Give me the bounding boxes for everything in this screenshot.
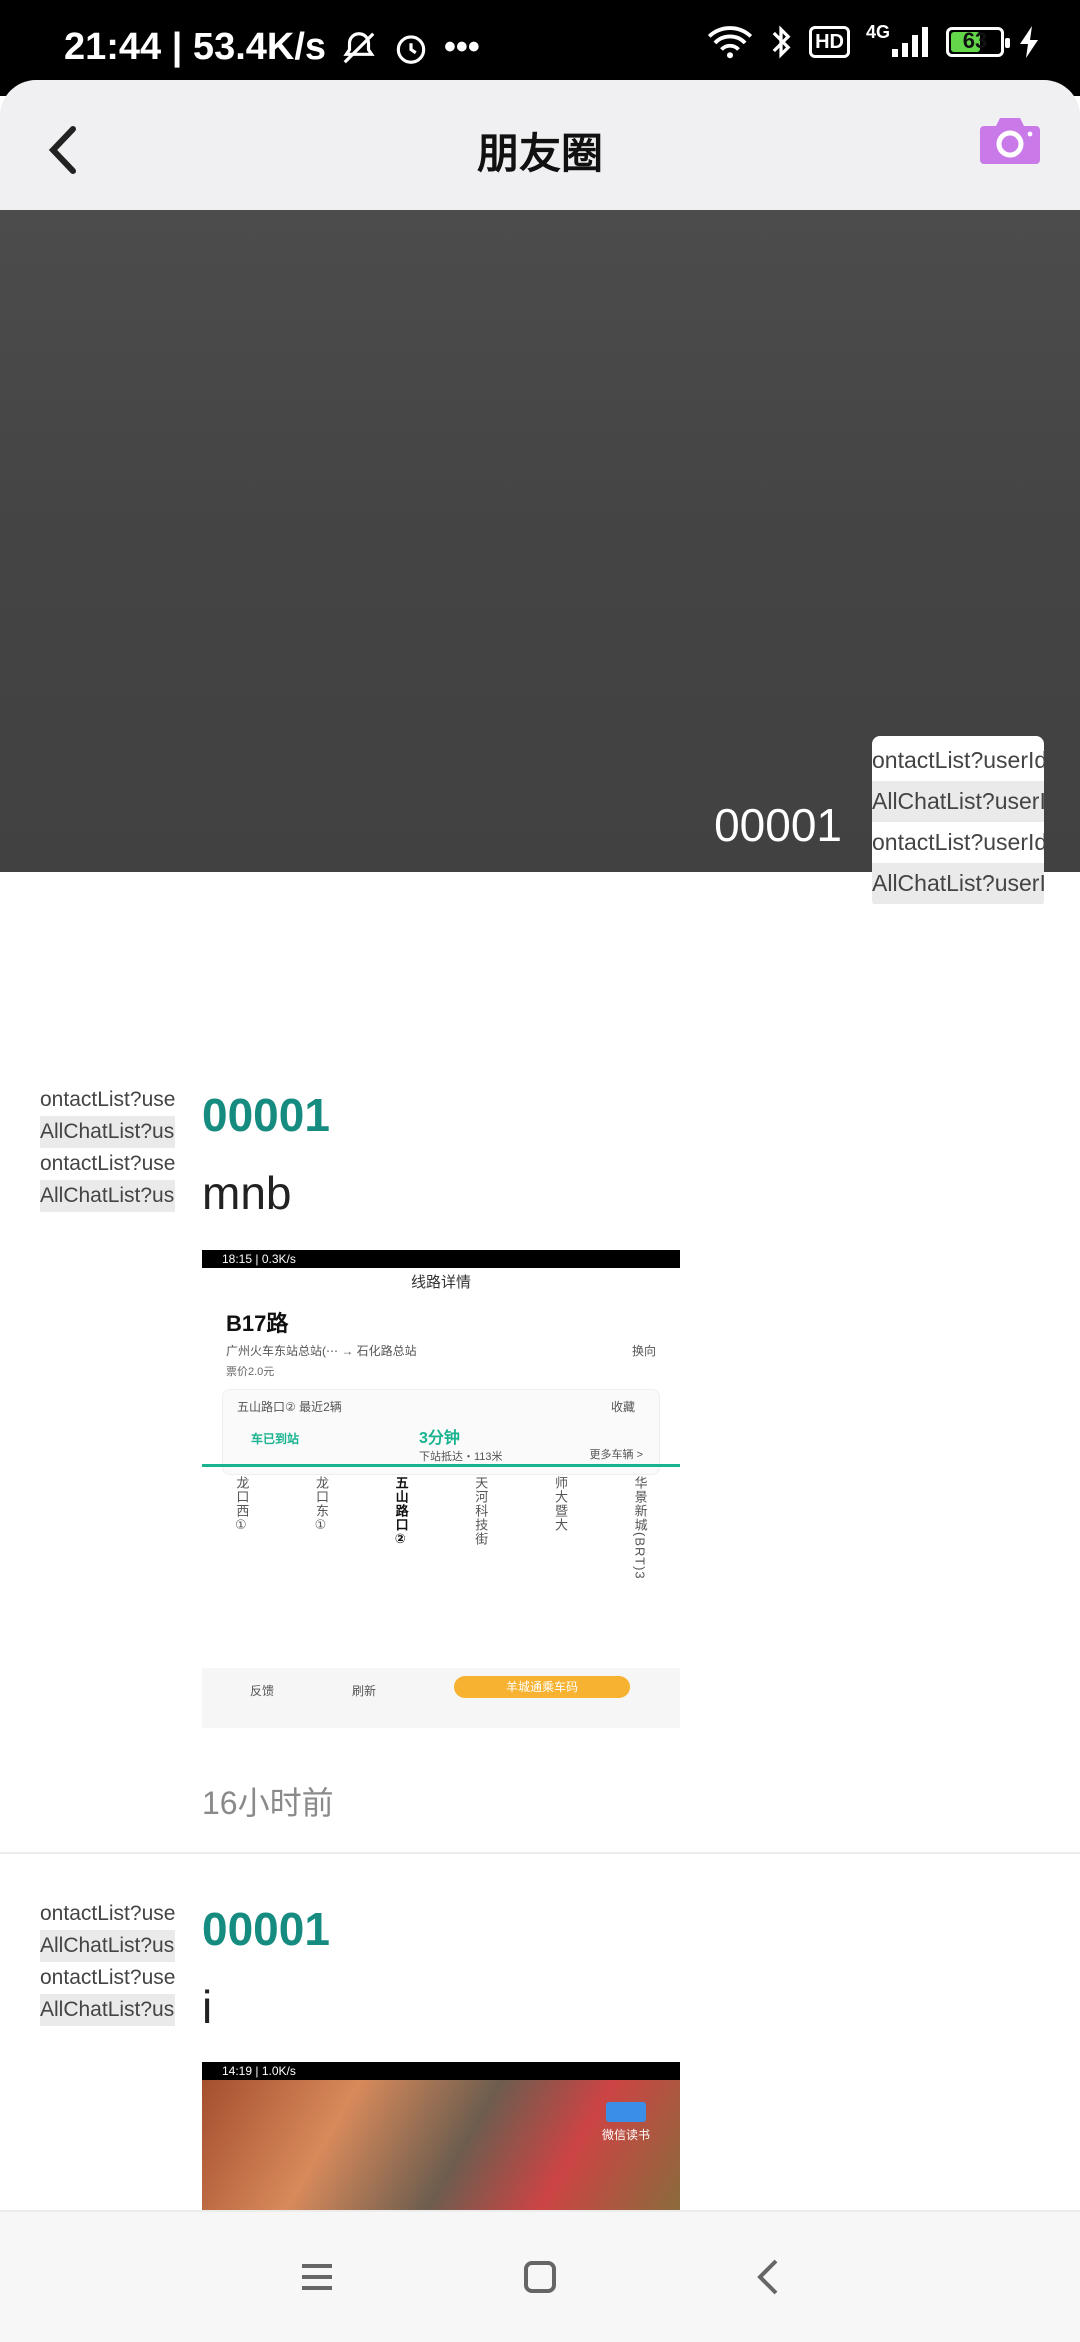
- fare-text: 票价2.0元: [226, 1366, 275, 1378]
- menu-icon: [302, 2264, 332, 2290]
- book-app-icon: [605, 2102, 646, 2122]
- camera-icon: [980, 118, 1040, 164]
- status-left: 21:44 | 53.4K/s •••: [64, 26, 480, 69]
- next-stop-text: 下站抵达・113米: [419, 1451, 503, 1463]
- system-nav-bar: [0, 2210, 1080, 2342]
- status-right: HD 4G 63: [707, 22, 1040, 60]
- route-stop: 龙口西①: [234, 1476, 250, 1534]
- page-title: 朋友圈: [476, 130, 603, 177]
- mini-arrival-card: 五山路口② 最近2辆 收藏 车已到站 3分钟 下站抵达・113米 更多车辆 >: [222, 1389, 660, 1475]
- post-avatar[interactable]: ontactList?userId AllChatList?userI onta…: [40, 1898, 175, 2026]
- mini-status-bar: 18:15 | 0.3K/s: [202, 1250, 680, 1268]
- post-author-name[interactable]: 00001: [202, 1902, 330, 1956]
- route-stop: 五山路口②: [393, 1476, 409, 1548]
- post-text: mnb: [202, 1167, 292, 1219]
- eta-text: 3分钟: [419, 1430, 460, 1447]
- post-divider: [0, 1852, 1080, 1854]
- route-name: B17路: [226, 1311, 289, 1336]
- battery-indicator: 63: [946, 27, 1010, 57]
- avatar-text: ontactList?userId: [40, 1152, 175, 1175]
- mute-bell-icon: [340, 29, 378, 67]
- favorite-text: 收藏: [610, 1400, 635, 1414]
- direction-text: 换向: [631, 1344, 656, 1358]
- charging-icon: [1020, 26, 1040, 58]
- avatar-text: AllChatList?userI: [40, 1930, 175, 1962]
- post-image[interactable]: 18:15 | 0.3K/s 线路详情 B17路 广州火车东站总站(⋯ → 石化…: [202, 1250, 680, 1728]
- ride-code-button: 羊城通乘车码: [454, 1676, 630, 1698]
- feedback-text: 反馈: [250, 1684, 275, 1698]
- home-button[interactable]: [515, 2252, 565, 2302]
- cover-avatar[interactable]: ontactList?userId AllChatList?userI onta…: [872, 736, 1044, 908]
- route-stop: 师大暨大: [552, 1476, 568, 1532]
- route-line: [202, 1464, 680, 1467]
- alarm-icon: [392, 29, 430, 67]
- avatar-text: AllChatList?userI: [40, 1180, 175, 1212]
- hd-badge: HD: [809, 26, 850, 58]
- arrived-text: 车已到站: [251, 1432, 300, 1446]
- avatar-text: ontactList?userId: [40, 1966, 175, 1989]
- battery-percent: 63: [962, 28, 988, 53]
- bluetooth-icon: [769, 24, 793, 60]
- avatar-text: ontactList?userId: [40, 1902, 175, 1925]
- more-dots-icon: •••: [444, 28, 480, 66]
- station-label: 五山路口② 最近2辆: [237, 1400, 342, 1414]
- route-stop: 龙口东①: [313, 1476, 329, 1534]
- avatar-text: AllChatList?userI: [872, 781, 1044, 822]
- route-stops: 龙口西① 龙口东① 五山路口② 天河科技街 师大暨大 华景新城(BRT)3: [202, 1476, 680, 1580]
- post-author-name[interactable]: 00001: [202, 1088, 330, 1142]
- post-time: 16小时前: [202, 1785, 334, 1821]
- mini-page-title: 线路详情: [410, 1274, 471, 1291]
- signal-icon: 4G: [866, 22, 930, 57]
- more-vehicles-text: 更多车辆 >: [589, 1449, 643, 1461]
- time-and-speed: 21:44 | 53.4K/s: [64, 26, 327, 68]
- cover-user-name: 00001: [714, 799, 842, 851]
- route-desc: 广州火车东站总站(⋯ → 石化路总站 换向: [226, 1342, 680, 1359]
- back-triangle-icon: [757, 2259, 778, 2295]
- avatar-text: AllChatList?userI: [872, 863, 1044, 904]
- mini-status-bar: 14:19 | 1.0K/s: [202, 2062, 680, 2080]
- network-type: 4G: [865, 21, 890, 42]
- mini-footer: 反馈 刷新 羊城通乘车码: [202, 1668, 680, 1728]
- avatar-text: AllChatList?userI: [40, 1994, 175, 2026]
- wifi-icon: [707, 25, 753, 59]
- post-image[interactable]: 14:19 | 1.0K/s 微信读书: [202, 2062, 680, 2210]
- book-app-text: 微信读书: [601, 2128, 650, 2142]
- camera-button[interactable]: [978, 114, 1042, 168]
- post-text: i: [202, 1981, 213, 2033]
- refresh-text: 刷新: [352, 1684, 377, 1698]
- avatar-text: ontactList?userId: [872, 829, 1044, 855]
- system-back-button[interactable]: [743, 2252, 793, 2302]
- avatar-text: ontactList?userId: [40, 1088, 175, 1111]
- book-app-label: 微信读书: [602, 2102, 650, 2143]
- route-stop: 天河科技街: [473, 1476, 489, 1546]
- avatar-text: ontactList?userId: [872, 747, 1044, 773]
- home-square-icon: [524, 2261, 556, 2293]
- moments-header: 朋友圈: [0, 80, 1080, 210]
- avatar-text: AllChatList?userI: [40, 1116, 175, 1148]
- post-avatar[interactable]: ontactList?userId AllChatList?userI onta…: [40, 1084, 175, 1212]
- route-desc-text: 广州火车东站总站(⋯ → 石化路总站: [226, 1344, 417, 1358]
- route-stop: 华景新城(BRT)3: [632, 1476, 648, 1580]
- recent-apps-button[interactable]: [292, 2252, 342, 2302]
